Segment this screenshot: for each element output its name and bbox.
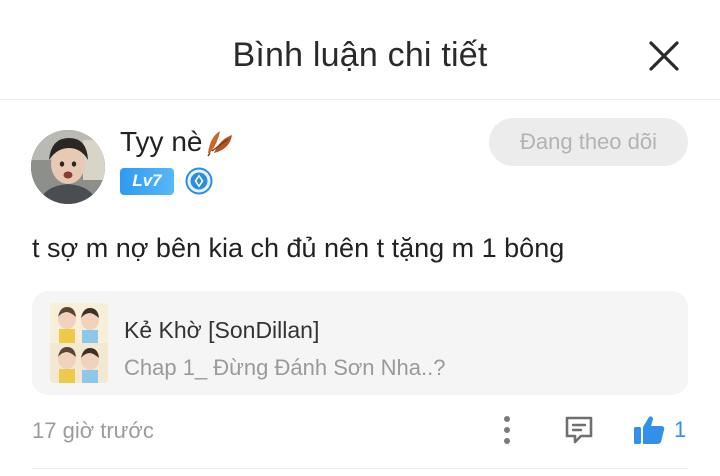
more-options-button[interactable] [492,410,522,450]
comment-icon [565,416,593,444]
avatar[interactable] [31,130,105,204]
like-button[interactable]: 1 [632,410,686,450]
author-name-row[interactable]: Tyy nè [120,126,236,158]
story-cover-thumbnail [50,303,108,383]
author-name: Tyy nè [120,126,203,157]
close-button[interactable] [640,32,688,80]
page-title: Bình luận chi tiết [232,36,488,74]
header-bar: Bình luận chi tiết [0,0,720,100]
thumbs-up-icon [634,416,665,444]
like-count: 1 [674,417,687,442]
user-avatar-photo [31,130,105,204]
comment-text: t sợ m nợ bên kia ch đủ nên t tặng m 1 b… [32,233,565,263]
story-card[interactable]: Kẻ Khờ [SonDillan] Chap 1_ Đừng Đánh Sơn… [32,291,688,395]
following-button[interactable]: Đang theo dõi [489,118,688,166]
divider [32,468,688,469]
comment-time: 17 giờ trước [32,418,154,443]
reply-button[interactable] [560,410,598,450]
author-badges: Lv7 [120,167,213,195]
close-icon [649,41,679,71]
more-vertical-icon [504,416,510,444]
story-chapter: Chap 1_ Đừng Đánh Sơn Nha..? [124,355,446,380]
story-title: Kẻ Khờ [SonDillan] [124,317,320,343]
level-badge: Lv7 [120,167,174,195]
autumn-leaf-icon [207,131,233,157]
diamond-rank-icon [185,167,213,195]
